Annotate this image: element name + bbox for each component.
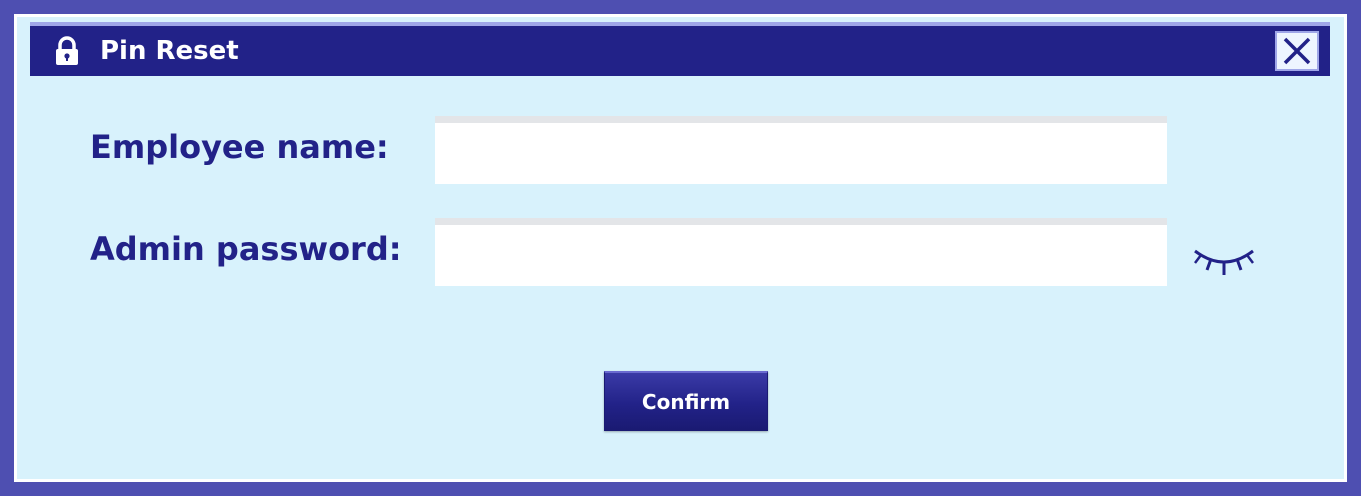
employee-name-label: Employee name:: [90, 128, 389, 166]
close-icon: [1283, 37, 1311, 65]
lock-icon: [52, 36, 82, 66]
confirm-button[interactable]: Confirm: [604, 371, 768, 431]
eye-closed-icon: [1194, 249, 1254, 275]
dialog-titlebar: Pin Reset: [30, 22, 1330, 76]
window-frame: Pin Reset Employee name: Admin password:: [0, 0, 1361, 496]
close-button[interactable]: [1275, 31, 1319, 71]
employee-name-input[interactable]: [435, 116, 1167, 184]
admin-password-input[interactable]: [435, 218, 1167, 286]
pin-reset-dialog: Pin Reset Employee name: Admin password:: [17, 17, 1344, 479]
dialog-title: Pin Reset: [100, 36, 239, 66]
admin-password-label: Admin password:: [90, 230, 402, 268]
password-visibility-toggle[interactable]: [1189, 239, 1259, 279]
